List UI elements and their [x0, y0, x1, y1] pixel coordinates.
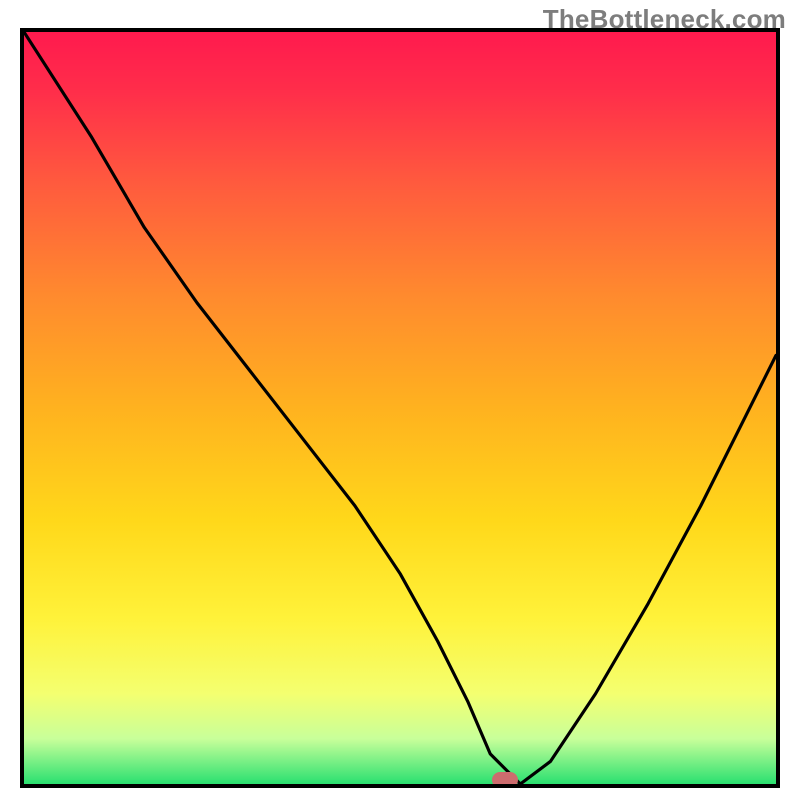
chart-frame: TheBottleneck.com [0, 0, 800, 800]
plot-area [20, 28, 780, 788]
optimal-point-marker [492, 772, 518, 788]
gradient-background [24, 32, 776, 784]
